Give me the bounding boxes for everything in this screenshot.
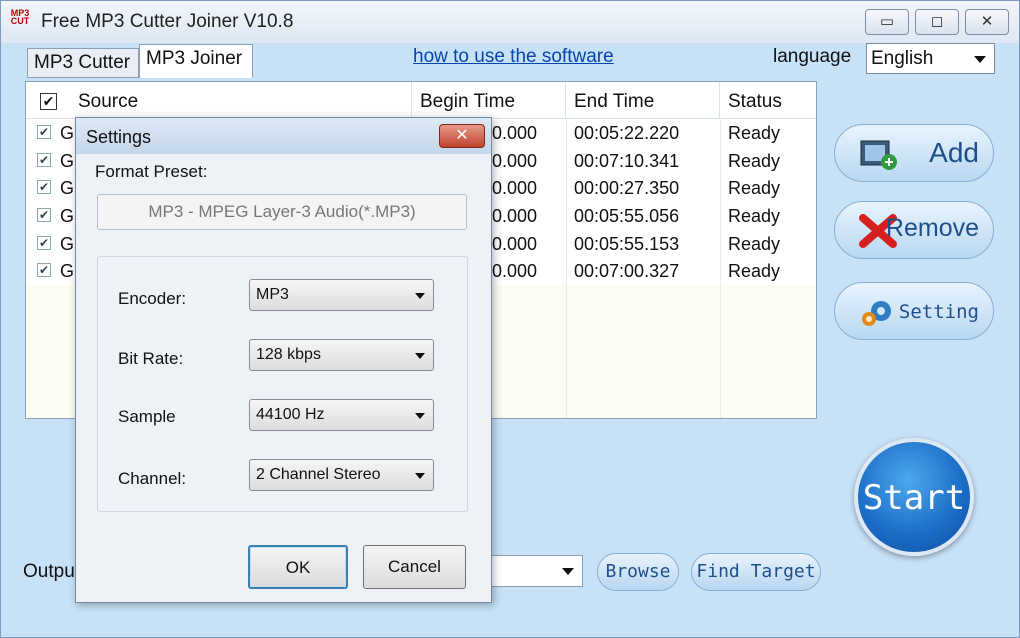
cell-status: Ready — [728, 206, 781, 227]
cancel-button[interactable]: Cancel — [363, 545, 466, 589]
cell-source: G — [60, 206, 75, 227]
column-header-begin-time[interactable]: Begin Time — [412, 82, 566, 119]
cell-status: Ready — [728, 123, 781, 143]
settings-dialog: Settings ✕ Format Preset: MP3 - MPEG Lay… — [75, 117, 492, 603]
encoder-label: Encoder: — [118, 289, 187, 308]
film-add-icon — [860, 140, 897, 170]
bitrate-label: Bit Rate: — [118, 349, 184, 368]
add-button[interactable]: Add — [834, 124, 994, 182]
dialog-title: Settings — [86, 127, 152, 147]
column-divider — [720, 119, 721, 418]
format-preset-field[interactable]: MP3 - MPEG Layer-3 Audio(*.MP3) — [97, 194, 467, 230]
row-checkbox[interactable]: ✔ — [37, 235, 51, 250]
cell-begin-time: 0.000 — [492, 123, 538, 143]
minimize-button[interactable]: ▭ — [865, 9, 909, 35]
sample-value: 44100 Hz — [256, 406, 325, 423]
setting-button[interactable]: Setting — [834, 282, 994, 340]
row-checkbox[interactable]: ✔ — [37, 263, 51, 278]
row-checkbox[interactable]: ✔ — [37, 180, 51, 195]
cell-begin-time: 0.000 — [492, 261, 538, 282]
sample-label: Sample — [118, 407, 176, 426]
channel-label: Channel: — [118, 469, 187, 488]
sample-select[interactable]: 44100 Hz — [249, 399, 434, 431]
output-folder-select[interactable] — [491, 555, 583, 587]
bitrate-select[interactable]: 128 kbps — [249, 339, 434, 371]
close-button[interactable]: ✕ — [965, 9, 1009, 35]
cell-status: Ready — [728, 261, 781, 282]
chevron-down-icon — [562, 568, 574, 575]
start-button[interactable]: Start — [854, 438, 974, 556]
cell-end-time: 00:00:27.350 — [574, 178, 680, 199]
maximize-button[interactable]: ◻ — [915, 9, 959, 35]
language-value: English — [871, 48, 934, 69]
cell-status: Ready — [728, 178, 781, 199]
language-label: language — [773, 46, 852, 67]
tab-mp3-cutter[interactable]: MP3 Cutter — [27, 48, 139, 78]
remove-button-label: Remove — [885, 214, 979, 242]
language-select[interactable]: English — [866, 43, 995, 74]
start-button-label: Start — [862, 478, 966, 518]
channel-value: 2 Channel Stereo — [256, 466, 381, 483]
dialog-title-bar: Settings ✕ — [76, 118, 491, 154]
ok-button[interactable]: OK — [248, 545, 348, 589]
app-logo-icon: MP3 CUT — [10, 8, 30, 26]
gear-icon — [862, 301, 891, 326]
column-header-source[interactable]: Source — [70, 82, 412, 119]
setting-button-label: Setting — [898, 301, 979, 323]
row-checkbox[interactable]: ✔ — [37, 208, 51, 223]
cell-end-time: 00:05:55.056 — [574, 206, 680, 227]
tab-strip: MP3 Cutter MP3 Joiner — [25, 44, 363, 78]
cell-begin-time: 0.000 — [492, 178, 538, 199]
cell-source: G — [60, 261, 75, 282]
cell-begin-time: 0.000 — [492, 233, 538, 254]
cell-status: Ready — [728, 150, 781, 171]
chevron-down-icon — [415, 293, 425, 299]
column-divider — [566, 119, 567, 418]
chevron-down-icon — [415, 413, 425, 419]
chevron-down-icon — [974, 56, 986, 63]
cell-end-time: 00:07:10.341 — [574, 150, 680, 171]
tab-mp3-joiner[interactable]: MP3 Joiner — [139, 44, 253, 78]
row-checkbox[interactable]: ✔ — [37, 152, 51, 167]
channel-select[interactable]: 2 Channel Stereo — [249, 459, 434, 491]
row-checkbox[interactable]: ✔ — [37, 125, 51, 139]
format-preset-label: Format Preset: — [95, 162, 208, 181]
cell-source: G — [60, 233, 75, 254]
bitrate-value: 128 kbps — [256, 346, 321, 363]
audio-settings-group: Encoder: MP3 Bit Rate: 128 kbps Sample 4… — [97, 256, 468, 512]
chevron-down-icon — [415, 473, 425, 479]
output-label: Outpu — [23, 561, 75, 582]
cell-status: Ready — [728, 233, 781, 254]
encoder-value: MP3 — [256, 286, 289, 303]
add-button-label: Add — [929, 137, 979, 168]
list-header: ✔ Source Begin Time End Time Status — [26, 82, 816, 119]
cell-end-time: 00:07:00.327 — [574, 261, 680, 282]
cell-source: G — [60, 178, 75, 199]
find-target-button[interactable]: Find Target — [691, 553, 821, 591]
cell-begin-time: 0.000 — [492, 150, 538, 171]
cell-begin-time: 0.000 — [492, 206, 538, 227]
how-to-link[interactable]: how to use the software — [413, 46, 614, 68]
encoder-select[interactable]: MP3 — [249, 279, 434, 311]
dialog-close-button[interactable]: ✕ — [439, 124, 485, 148]
cell-source: G — [60, 123, 75, 143]
select-all-checkbox[interactable]: ✔ — [40, 93, 57, 110]
title-bar: MP3 CUT Free MP3 Cutter Joiner V10.8 ▭ ◻… — [1, 1, 1019, 43]
column-header-end-time[interactable]: End Time — [566, 82, 720, 119]
cell-end-time: 00:05:55.153 — [574, 233, 680, 254]
browse-button[interactable]: Browse — [597, 553, 679, 591]
column-header-status[interactable]: Status — [720, 82, 816, 119]
remove-button[interactable]: Remove — [834, 201, 994, 259]
window-title: Free MP3 Cutter Joiner V10.8 — [41, 11, 294, 32]
chevron-down-icon — [415, 353, 425, 359]
cell-source: G — [60, 150, 75, 171]
cell-end-time: 00:05:22.220 — [574, 123, 680, 143]
